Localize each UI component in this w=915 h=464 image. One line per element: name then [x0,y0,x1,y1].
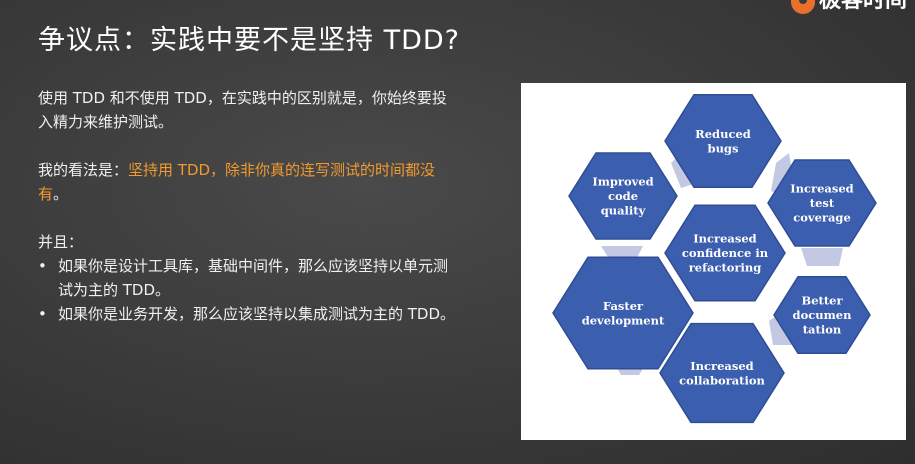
hexagon-label-line: development [582,313,665,327]
hexagon-label-line: refactoring [689,261,762,275]
logo-text: 极客时间 [818,0,907,13]
hexagon-label-line: Reduced [695,127,751,141]
connector-shape [801,248,843,266]
hexagon-label-line: Improved [592,175,653,189]
paragraph-opinion: 我的看法是：坚持用 TDD，除非你真的连写测试的时间都没有。 [38,158,458,206]
hexagon-diagram-svg: Reduced bugsImproved code qualityIncreased t… [552,94,877,424]
bullet-list: 如果你是设计工具库，基础中间件，那么应该坚持以单元测试为主的 TDD。 如果你是… [38,254,458,326]
hexagon-label-line: bugs [708,141,739,155]
hexagon-label-collaboration: Increased collaboration [679,359,765,388]
and-label: 并且： [38,233,84,251]
hexagon-label-line: Increased [790,182,853,196]
hexagon-label-line: Better [801,294,843,308]
bullet-item-library: 如果你是设计工具库，基础中间件，那么应该坚持以单元测试为主的 TDD。 [38,254,458,302]
opinion-prefix: 我的看法是： [38,161,129,179]
brand-logo: 极客时间 [790,0,907,22]
hexagon-label-line: Increased [693,232,756,246]
hexagon-label-line: quality [601,204,646,218]
tdd-benefits-diagram: Reduced bugs Improved code quality Increased t… [521,83,906,440]
hexagon-label-line: Faster [603,299,644,313]
opinion-suffix: 。 [53,185,69,203]
hexagon-label-line: documen [793,308,853,322]
hexagon-label-line: code [608,189,638,203]
hexagon-label-line: coverage [793,211,851,225]
hexagon-label-line: test [810,196,835,210]
paragraph-maintenance: 使用 TDD 和不使用 TDD，在实践中的区别就是，你始终要投入精力来维护测试。 [38,89,447,131]
hexagon-label-line: confidence in [682,246,769,260]
slide-body: 使用 TDD 和不使用 TDD，在实践中的区别就是，你始终要投入精力来维护测试。… [38,86,458,326]
geektime-logo-icon [790,0,815,14]
bullet-item-business: 如果你是业务开发，那么应该坚持以集成测试为主的 TDD。 [38,302,458,326]
hexagon-label-line: collaboration [679,373,765,387]
slide-title: 争议点：实践中要不是坚持 TDD? [38,25,460,56]
hexagon-label-line: tation [803,323,842,337]
hexagon-label-center: Increased confidence in refactoring [682,232,769,275]
hexagon-label-line: Increased [690,359,753,373]
